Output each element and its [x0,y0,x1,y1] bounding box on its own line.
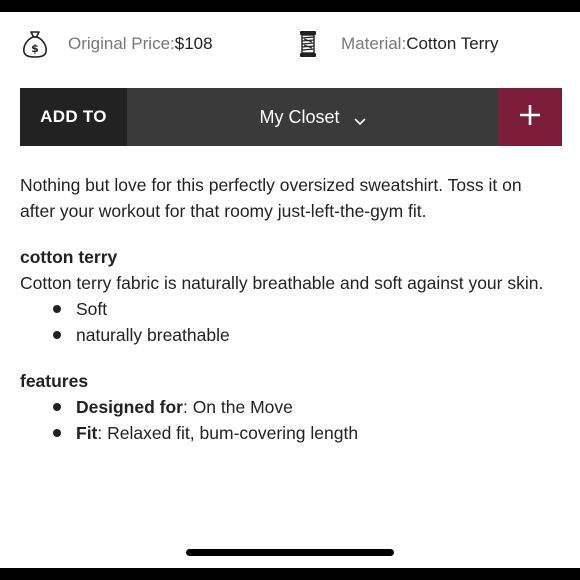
fabric-bullets: Soft naturally breathable [20,296,560,348]
original-price: $ Original Price: $108 [20,28,213,60]
feature-value: : On the Move [182,397,293,417]
add-button[interactable] [498,88,562,146]
feature-key: Designed for [76,397,183,417]
fabric-heading: cotton terry [20,247,118,267]
description-text: Nothing but love for this perfectly over… [20,175,522,221]
list-item: Soft [20,296,560,322]
money-bag-icon: $ [20,28,50,60]
closet-dropdown[interactable]: My Closet [127,88,498,146]
product-info-row: $ Original Price: $108 Material: Cotton … [20,28,560,64]
thread-spool-icon [293,28,323,60]
feature-value: : Relaxed fit, bum-covering length [97,423,359,443]
price-value: $108 [174,34,213,53]
list-item: Fit: Relaxed fit, bum-covering length [20,420,560,446]
plus-icon [518,103,542,132]
svg-text:$: $ [31,42,39,55]
bottom-edge [0,568,580,580]
status-bar [0,0,580,12]
material-label: Material: [341,34,407,53]
list-item: naturally breathable [20,322,560,348]
features-list: Designed for: On the Move Fit: Relaxed f… [20,394,560,446]
material: Material: Cotton Terry [293,28,498,60]
list-item: Designed for: On the Move [20,394,560,420]
fabric-text: Cotton terry fabric is naturally breatha… [20,273,544,293]
add-to-label: ADD TO [20,88,127,146]
closet-value: My Closet [259,106,340,127]
product-description: Nothing but love for this perfectly over… [20,172,560,446]
add-to-closet-bar: ADD TO My Closet [20,88,562,146]
home-indicator[interactable] [186,549,394,556]
price-label: Original Price: [68,34,175,53]
chevron-down-icon [353,111,366,126]
material-value: Cotton Terry [406,34,499,53]
feature-key: Fit [76,423,98,443]
features-heading: features [20,371,89,391]
